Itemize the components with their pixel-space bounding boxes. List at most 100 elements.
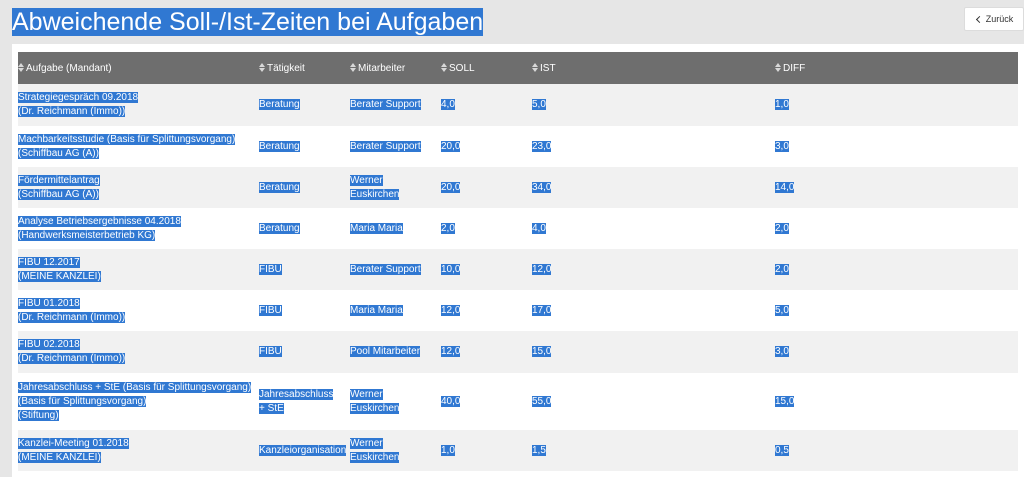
cell-ist-value: 12,0: [532, 263, 552, 275]
cell-ist: 1,5: [532, 430, 775, 471]
cell-ist: 17,0: [532, 290, 775, 331]
cell-task-line: Analyse Betriebsergebnisse 04.2018: [18, 215, 181, 227]
cell-task-line: (Handwerksmeisterbetrieb KG): [18, 229, 156, 241]
table-row[interactable]: Kanzlei-Meeting 01.2018 (MEINE KANZLEI) Ka…: [18, 430, 1018, 471]
column-header-task[interactable]: Aufgabe (Mandant): [18, 52, 259, 84]
cell-task-line: Machbarkeitsstudie (Basis für Splittungs…: [18, 133, 236, 145]
cell-employee: Berater Support: [350, 126, 441, 167]
cell-diff-value: 1,0: [775, 99, 789, 110]
cell-ist: 34,0: [532, 167, 775, 208]
cell-activity: FIBU: [259, 290, 350, 331]
cell-diff: 2,0: [775, 249, 1018, 290]
table-body: Strategiegespräch 09.2018 (Dr. Reichmann …: [18, 84, 1018, 471]
column-header-soll[interactable]: SOLL: [441, 52, 532, 84]
sort-icon: [18, 62, 24, 72]
cell-employee: Werner Euskirchen: [350, 430, 441, 471]
cell-activity: Beratung: [259, 208, 350, 249]
cell-ist: 55,0: [532, 373, 775, 430]
cell-task-line: FIBU 12.2017: [18, 256, 80, 268]
column-header-ist[interactable]: IST: [532, 52, 775, 84]
table-row[interactable]: FIBU 02.2018 (Dr. Reichmann (Immo)) FIBU Po…: [18, 331, 1018, 373]
cell-ist-value: 34,0: [532, 181, 552, 193]
cell-soll: 40,0: [441, 373, 532, 430]
cell-employee: Maria Maria: [350, 208, 441, 249]
sort-icon: [441, 62, 447, 72]
table-row[interactable]: Analyse Betriebsergebnisse 04.2018 (Handw…: [18, 208, 1018, 249]
table-row[interactable]: FIBU 01.2018 (Dr. Reichmann (Immo)) FIBU Ma…: [18, 290, 1018, 331]
cell-activity: Beratung: [259, 167, 350, 208]
cell-activity-line: FIBU: [259, 263, 282, 275]
cell-task-line: (Dr. Reichmann (Immo)): [18, 353, 126, 364]
cell-soll-value: 1,0: [441, 444, 455, 456]
table-row[interactable]: Fördermittelantrag (Schiffbau AG (A)) Bera…: [18, 167, 1018, 208]
cell-task-line: (Stiftung): [18, 409, 59, 421]
cell-soll-value: 10,0: [441, 263, 461, 275]
cell-soll: 12,0: [441, 290, 532, 331]
sort-icon: [775, 62, 781, 72]
back-button-label: Zurück: [985, 14, 1014, 24]
cell-employee-line: Euskirchen: [350, 451, 400, 463]
cell-soll: 20,0: [441, 167, 532, 208]
cell-task-line: Kanzlei-Meeting 01.2018: [18, 437, 129, 449]
table-row[interactable]: Strategiegespräch 09.2018 (Dr. Reichmann …: [18, 84, 1018, 126]
cell-soll: 20,0: [441, 126, 532, 167]
cell-diff-value: 3,0: [775, 346, 789, 357]
cell-task-line: FIBU 02.2018: [18, 339, 80, 350]
cell-employee-line: Werner: [350, 388, 383, 400]
cell-diff: 5,0: [775, 290, 1018, 331]
table-row[interactable]: Machbarkeitsstudie (Basis für Splittungs…: [18, 126, 1018, 167]
cell-task-line: (Dr. Reichmann (Immo)): [18, 106, 126, 117]
cell-employee-line: Euskirchen: [350, 188, 400, 200]
back-button[interactable]: Zurück: [964, 7, 1024, 31]
cell-ist-value: 15,0: [532, 346, 552, 357]
cell-diff: 14,0: [775, 167, 1018, 208]
cell-employee-line: Berater Support: [350, 140, 421, 152]
cell-task-line: Strategiegespräch 09.2018: [18, 92, 139, 103]
cell-activity-line: FIBU: [259, 304, 282, 316]
cell-task-line: FIBU 01.2018: [18, 297, 80, 309]
cell-ist: 23,0: [532, 126, 775, 167]
cell-task-line: Jahresabschluss + StE (Basis für Splittu…: [18, 381, 252, 393]
cell-ist-value: 4,0: [532, 222, 546, 234]
column-header-diff[interactable]: DIFF: [775, 52, 1018, 84]
cell-ist-value: 17,0: [532, 304, 552, 316]
cell-task: Strategiegespräch 09.2018 (Dr. Reichmann …: [18, 84, 259, 126]
column-header-employee[interactable]: Mitarbeiter: [350, 52, 441, 84]
cell-task: FIBU 12.2017 (MEINE KANZLEI): [18, 249, 259, 290]
cell-diff: 1,0: [775, 84, 1018, 126]
cell-diff: 3,0: [775, 331, 1018, 373]
cell-task: Fördermittelantrag (Schiffbau AG (A)): [18, 167, 259, 208]
table-row[interactable]: Jahresabschluss + StE (Basis für Splittu…: [18, 373, 1018, 430]
cell-soll-value: 20,0: [441, 140, 461, 152]
cell-activity-line: Kanzleiorganisation: [259, 444, 347, 456]
cell-diff: 15,0: [775, 373, 1018, 430]
cell-employee-line: Werner: [350, 437, 383, 449]
cell-ist: 4,0: [532, 208, 775, 249]
cell-diff-value: 5,0: [775, 304, 789, 316]
cell-soll-value: 4,0: [441, 99, 455, 110]
column-header-activity[interactable]: Tätigkeit: [259, 52, 350, 84]
cell-employee-line: Euskirchen: [350, 402, 400, 414]
cell-task: FIBU 01.2018 (Dr. Reichmann (Immo)): [18, 290, 259, 331]
cell-ist: 12,0: [532, 249, 775, 290]
cell-activity-line: Beratung: [259, 140, 300, 152]
table-row[interactable]: FIBU 12.2017 (MEINE KANZLEI) FIBU Berater S…: [18, 249, 1018, 290]
sort-icon: [532, 62, 538, 72]
cell-task: Analyse Betriebsergebnisse 04.2018 (Handw…: [18, 208, 259, 249]
chevron-left-icon: [975, 15, 983, 23]
cell-activity: Jahresabschluss + StE: [259, 373, 350, 430]
cell-task-line: (MEINE KANZLEI): [18, 451, 101, 463]
cell-employee-line: Pool Mitarbeiter: [350, 346, 421, 357]
cell-activity-line: Beratung: [259, 99, 300, 110]
cell-activity: FIBU: [259, 331, 350, 373]
sort-icon: [259, 62, 265, 72]
cell-activity-line: Beratung: [259, 181, 300, 193]
cell-employee-line: Werner: [350, 174, 383, 186]
cell-employee-line: Maria Maria: [350, 304, 403, 316]
cell-employee-line: Maria Maria: [350, 222, 403, 234]
cell-activity-line: FIBU: [259, 346, 282, 357]
cell-diff-value: 15,0: [775, 395, 795, 407]
cell-employee: Werner Euskirchen: [350, 167, 441, 208]
cell-task: Kanzlei-Meeting 01.2018 (MEINE KANZLEI): [18, 430, 259, 471]
cell-ist: 15,0: [532, 331, 775, 373]
